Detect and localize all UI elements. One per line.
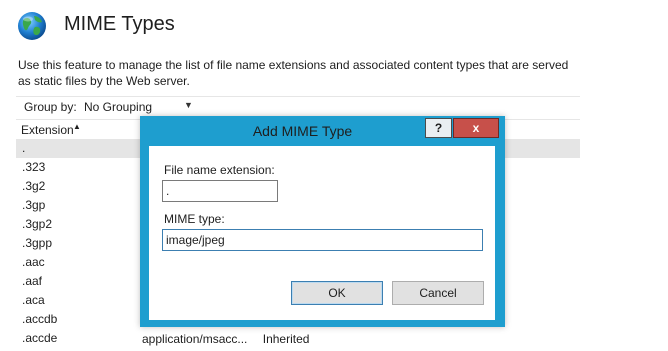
file-extension-label: File name extension: xyxy=(164,163,275,177)
dialog-body: File name extension: MIME type: OK Cance… xyxy=(149,146,495,320)
extension-cell: . xyxy=(22,141,26,155)
cancel-button[interactable]: Cancel xyxy=(392,281,484,305)
list-item[interactable]: .3gp2 xyxy=(16,215,140,234)
list-item[interactable]: .accde xyxy=(16,329,140,348)
list-item[interactable]: .aac xyxy=(16,253,140,272)
file-extension-input[interactable] xyxy=(162,180,278,202)
help-button[interactable]: ? xyxy=(425,118,452,138)
add-mime-type-dialog: Add MIME Type ? x File name extension: M… xyxy=(140,116,505,327)
list-item[interactable]: .3gpp xyxy=(16,234,140,253)
list-item[interactable]: .accdb xyxy=(16,310,140,329)
extension-cell: .accde xyxy=(22,331,58,345)
group-by-label: Group by: xyxy=(24,100,77,114)
list-item[interactable]: .aca xyxy=(16,291,140,310)
entry-type-cell: Inherited xyxy=(262,332,310,346)
chevron-down-icon[interactable]: ▼ xyxy=(184,100,193,110)
mime-type-input[interactable] xyxy=(162,229,483,251)
group-by-bar: Group by: No Grouping ▼ xyxy=(16,96,580,117)
extension-cell: .3gpp xyxy=(22,236,53,250)
extension-cell: .aac xyxy=(22,255,45,269)
close-button[interactable]: x xyxy=(453,118,499,138)
row-detail-cells: application/msacc... Inherited xyxy=(142,332,321,346)
list-item[interactable]: .3gp xyxy=(16,196,140,215)
extension-cell: .aaf xyxy=(22,274,43,288)
globe-icon xyxy=(16,10,48,42)
dialog-title: Add MIME Type xyxy=(252,123,353,139)
mime-type-cell: application/msacc... xyxy=(142,332,248,346)
mime-type-label: MIME type: xyxy=(164,212,225,226)
extension-cell: .3gp2 xyxy=(22,217,53,231)
extension-cell: .3g2 xyxy=(22,179,46,193)
sort-ascending-icon: ▲ xyxy=(73,122,81,131)
list-item[interactable]: .3g2 xyxy=(16,177,140,196)
extension-cell: .accdb xyxy=(22,312,58,326)
list-item[interactable]: .aaf xyxy=(16,272,140,291)
extension-cell: .3gp xyxy=(22,198,46,212)
extension-cell: .323 xyxy=(22,160,46,174)
extension-cell: .aca xyxy=(22,293,45,307)
page-title: MIME Types xyxy=(64,13,175,35)
list-item[interactable]: .323 xyxy=(16,158,140,177)
group-by-dropdown[interactable]: No Grouping xyxy=(84,100,152,114)
ok-button[interactable]: OK xyxy=(291,281,383,305)
column-header-extension[interactable]: Extension xyxy=(21,123,74,137)
page-description: Use this feature to manage the list of f… xyxy=(18,58,569,88)
